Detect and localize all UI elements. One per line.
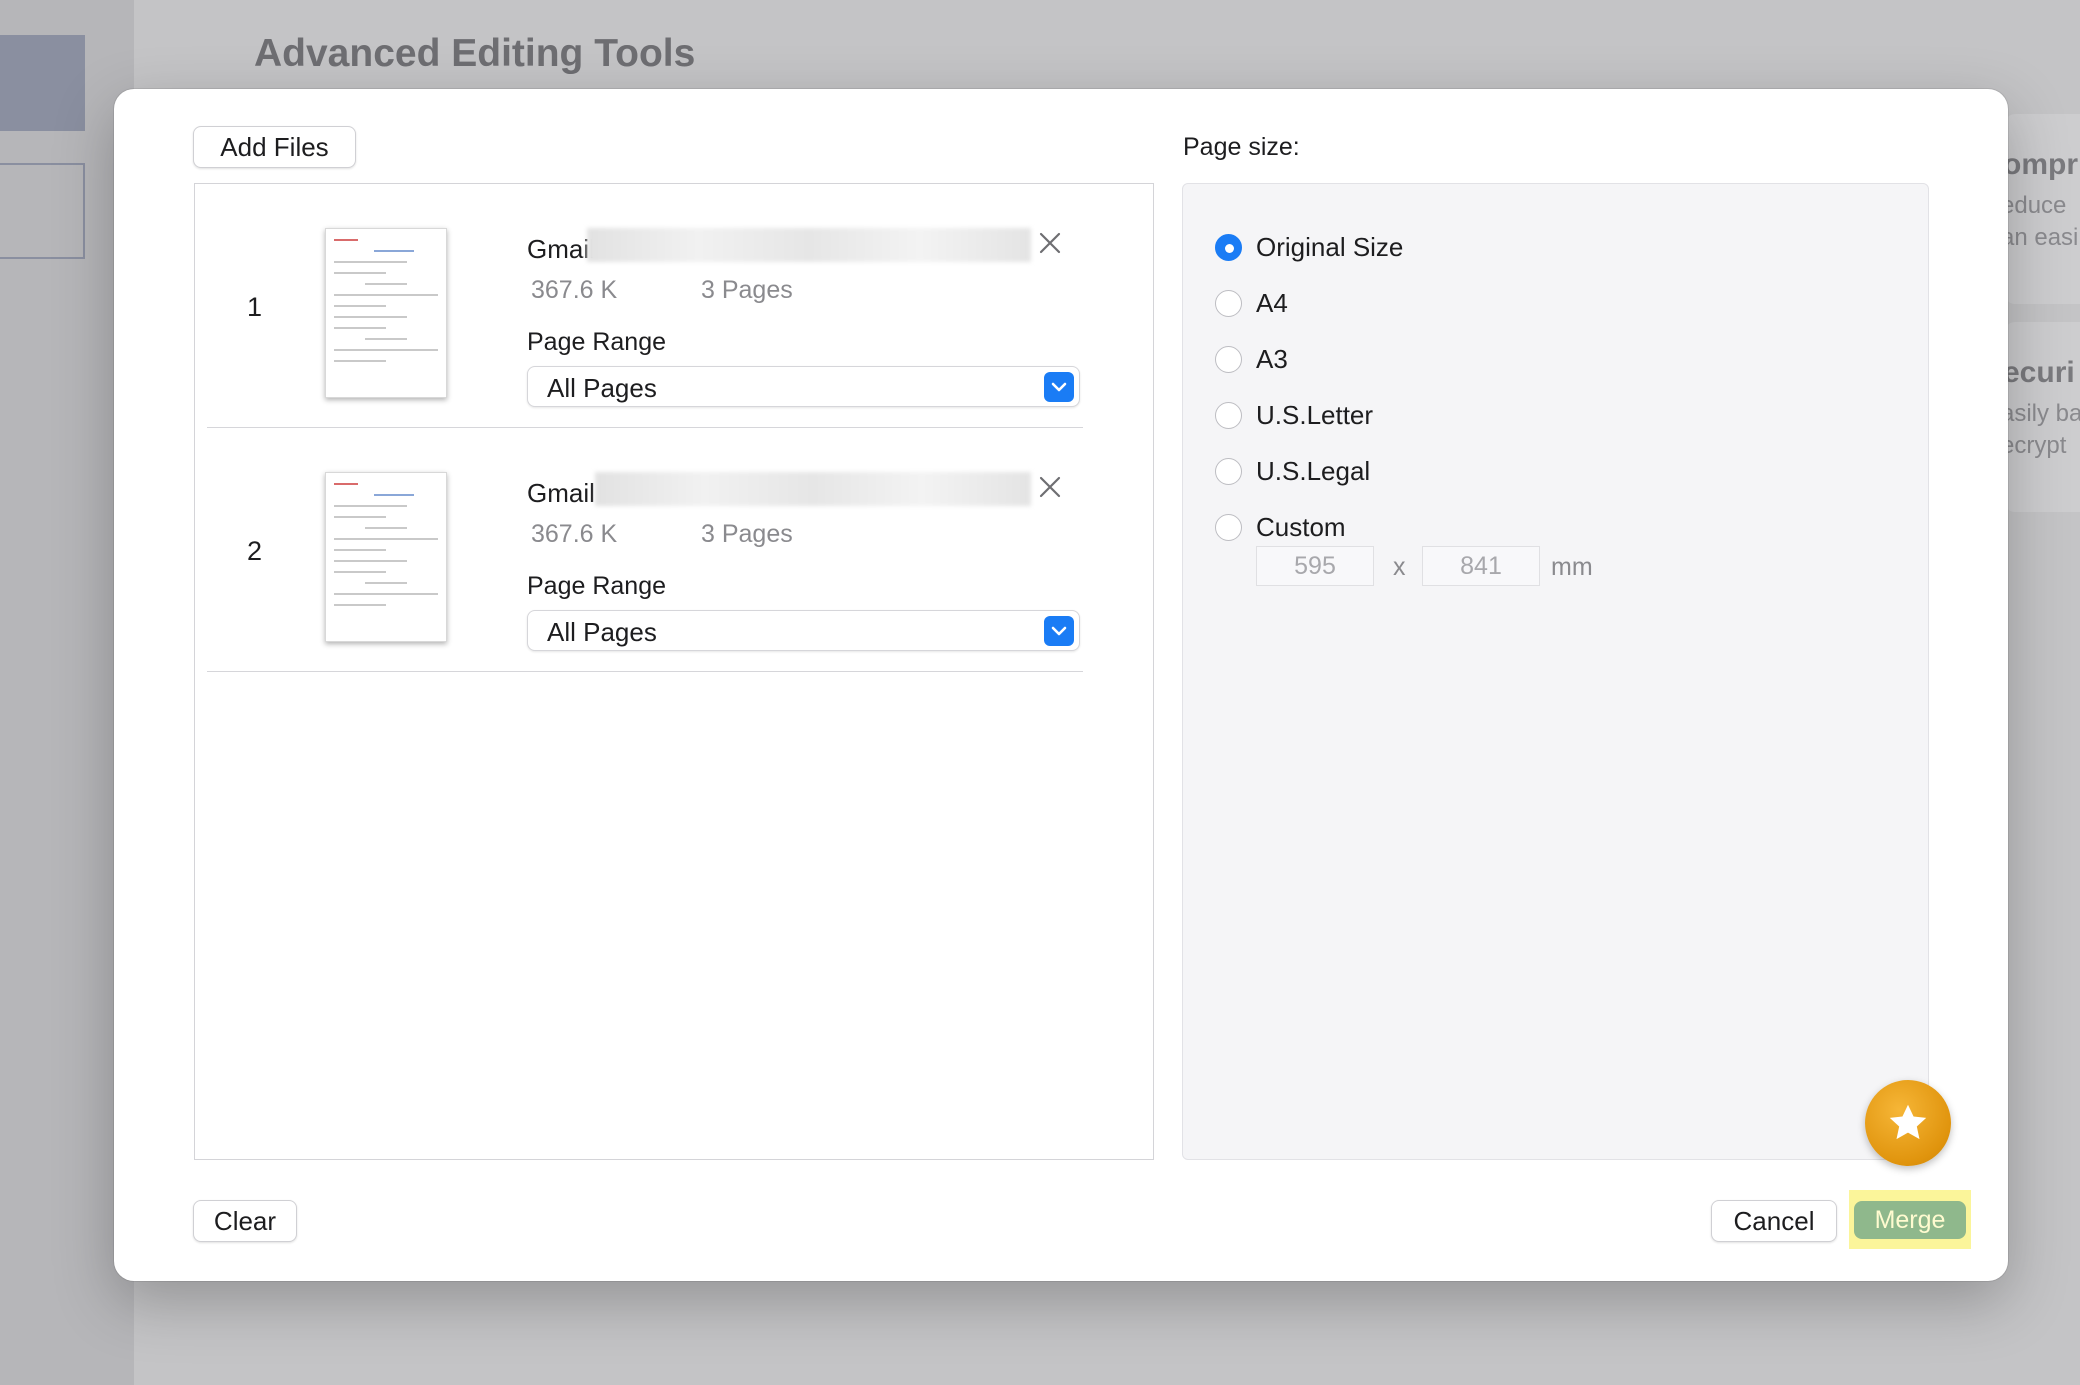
file-list: 1 Gmail - 367.6 K 3 Pages Page Range All… bbox=[194, 183, 1154, 1160]
background-tile bbox=[0, 163, 85, 259]
radio-original-size[interactable]: Original Size bbox=[1215, 230, 1403, 264]
card-text: asily ba bbox=[2005, 400, 2080, 427]
file-size: 367.6 K bbox=[531, 520, 618, 548]
page-size-label: Page size: bbox=[1183, 133, 1300, 161]
background-card-security: ecuri asily ba ecrypt bbox=[2005, 322, 2080, 512]
file-row: 2 Gmail - 367.6 K 3 Pages Page Range All… bbox=[207, 428, 1083, 672]
radio-label: A3 bbox=[1256, 343, 1288, 374]
radio-button[interactable] bbox=[1215, 345, 1242, 373]
background-title: Advanced Editing Tools bbox=[254, 32, 696, 75]
card-text: ecrypt bbox=[2005, 432, 2067, 459]
merge-button[interactable]: Merge bbox=[1854, 1201, 1966, 1239]
file-index: 1 bbox=[247, 292, 263, 322]
cancel-button[interactable]: Cancel bbox=[1711, 1200, 1837, 1242]
radio-button[interactable] bbox=[1215, 401, 1242, 429]
page-size-panel: Original Size A4 A3 U.S.Letter U.S.Legal… bbox=[1182, 183, 1929, 1160]
page-range-label: Page Range bbox=[527, 572, 667, 600]
card-text: educe bbox=[2005, 192, 2067, 219]
chevron-down-icon bbox=[1044, 372, 1074, 402]
radio-a4[interactable]: A4 bbox=[1215, 286, 1288, 320]
file-thumbnail bbox=[325, 228, 447, 398]
page-range-select[interactable]: All Pages bbox=[527, 366, 1080, 407]
custom-width-field[interactable]: 595 bbox=[1256, 546, 1374, 586]
file-page-count: 3 Pages bbox=[701, 520, 793, 548]
custom-height-field[interactable]: 841 bbox=[1422, 546, 1540, 586]
radio-label: Original Size bbox=[1256, 231, 1404, 262]
radio-button[interactable] bbox=[1215, 457, 1242, 485]
radio-button[interactable] bbox=[1215, 289, 1242, 317]
dimension-separator: x bbox=[1393, 553, 1406, 581]
card-text: an easi bbox=[2005, 224, 2079, 251]
radio-label: Custom bbox=[1256, 511, 1346, 542]
radio-us-letter[interactable]: U.S.Letter bbox=[1215, 398, 1373, 432]
redacted-filename bbox=[587, 228, 1031, 262]
dimension-unit: mm bbox=[1551, 553, 1593, 581]
file-index: 2 bbox=[247, 536, 263, 566]
file-page-count: 3 Pages bbox=[701, 276, 793, 304]
radio-button-selected[interactable] bbox=[1215, 233, 1242, 261]
radio-label: U.S.Letter bbox=[1256, 399, 1374, 430]
radio-custom[interactable]: Custom bbox=[1215, 510, 1346, 544]
page-range-value: All Pages bbox=[547, 617, 657, 647]
background-tile bbox=[0, 35, 85, 131]
radio-a3[interactable]: A3 bbox=[1215, 342, 1288, 376]
page-range-label: Page Range bbox=[527, 328, 667, 356]
close-icon[interactable] bbox=[1035, 228, 1065, 258]
page-range-select[interactable]: All Pages bbox=[527, 610, 1080, 651]
chevron-down-icon bbox=[1044, 616, 1074, 646]
page-range-value: All Pages bbox=[547, 373, 657, 403]
close-icon[interactable] bbox=[1035, 472, 1065, 502]
file-row: 1 Gmail - 367.6 K 3 Pages Page Range All… bbox=[207, 184, 1083, 428]
radio-label: U.S.Legal bbox=[1256, 455, 1371, 486]
add-files-button[interactable]: Add Files bbox=[193, 126, 356, 168]
star-icon[interactable] bbox=[1865, 1080, 1951, 1166]
redacted-filename bbox=[595, 472, 1031, 506]
radio-us-legal[interactable]: U.S.Legal bbox=[1215, 454, 1370, 488]
clear-button[interactable]: Clear bbox=[193, 1200, 297, 1242]
radio-button[interactable] bbox=[1215, 513, 1242, 541]
radio-label: A4 bbox=[1256, 287, 1288, 318]
card-heading: ecuri bbox=[2005, 356, 2075, 389]
merge-dialog: Add Files 1 Gmail - 367.6 K 3 Pages Page… bbox=[114, 89, 2008, 1281]
card-heading: ompr bbox=[2005, 148, 2078, 181]
file-size: 367.6 K bbox=[531, 276, 618, 304]
background-card-compress: ompr educe an easi bbox=[2005, 114, 2080, 304]
file-thumbnail bbox=[325, 472, 447, 642]
